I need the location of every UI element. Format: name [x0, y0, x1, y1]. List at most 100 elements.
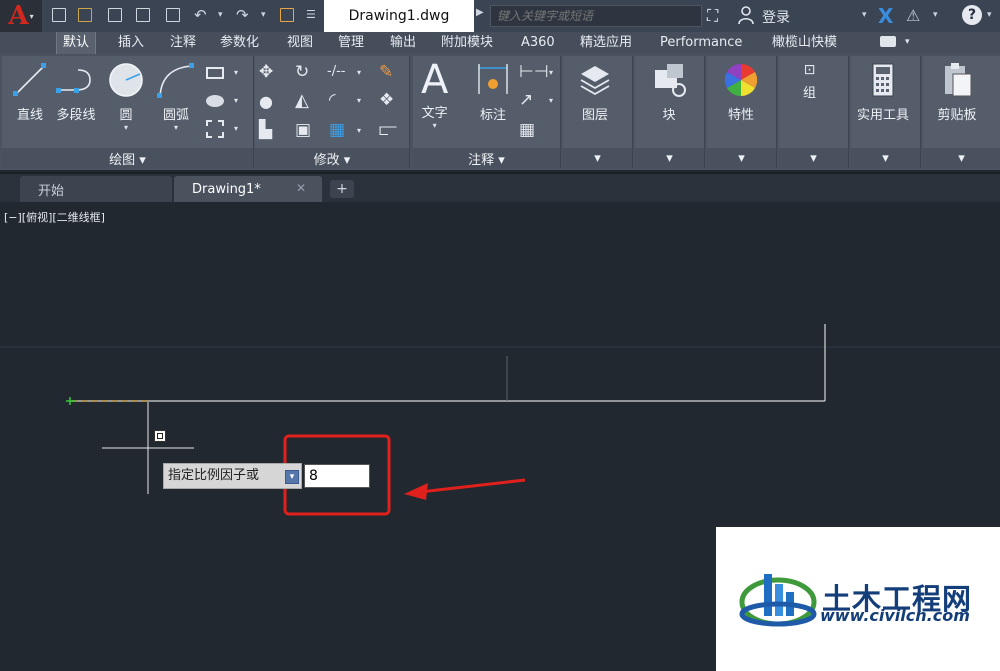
- arc-caret-icon[interactable]: ▾: [174, 123, 178, 132]
- stretch-icon[interactable]: ▙: [259, 120, 272, 140]
- viewport-controls-label[interactable]: [−][俯视][二维线框]: [4, 209, 105, 225]
- trim-icon[interactable]: -/--: [327, 64, 345, 79]
- annotation-panel-title[interactable]: 注释 ▾: [413, 148, 560, 168]
- copy-icon[interactable]: ●: [259, 92, 273, 111]
- close-tab-icon[interactable]: ✕: [296, 181, 306, 195]
- tab-addins[interactable]: 附加模块: [435, 32, 499, 54]
- boundary-caret-icon[interactable]: ▾: [234, 124, 238, 133]
- properties-button[interactable]: 特性: [721, 60, 761, 123]
- open-file-icon[interactable]: [76, 6, 94, 24]
- array-caret-icon[interactable]: ▾: [357, 126, 361, 135]
- search-expand-icon[interactable]: ▶: [476, 7, 490, 25]
- tab-view[interactable]: 视图: [281, 32, 319, 54]
- redo-icon[interactable]: ↷: [236, 6, 249, 24]
- tab-ganlanshan[interactable]: 橄榄山快模: [766, 32, 843, 54]
- undo-icon[interactable]: ↶: [194, 6, 207, 24]
- move-icon[interactable]: ✥: [259, 62, 273, 82]
- new-tab-button[interactable]: +: [330, 180, 354, 198]
- erase-icon[interactable]: ✎: [379, 62, 393, 82]
- ribbon-minimize-caret-icon[interactable]: ▾: [905, 37, 910, 47]
- exchange-apps-icon[interactable]: X: [878, 4, 893, 28]
- tab-manage[interactable]: 管理: [332, 32, 370, 54]
- redo-caret-icon[interactable]: ▾: [261, 10, 266, 20]
- polyline-icon: [56, 69, 91, 93]
- group-button[interactable]: ⊡ 组: [803, 62, 816, 101]
- rectangle-caret-icon[interactable]: ▾: [234, 68, 238, 77]
- hatch-icon[interactable]: [206, 92, 224, 107]
- dimension-button[interactable]: 标注: [473, 60, 513, 123]
- block-panel-caret-icon[interactable]: ▾: [635, 148, 704, 168]
- tab-featured-apps[interactable]: 精选应用: [574, 32, 638, 54]
- rectangle-icon[interactable]: [206, 64, 224, 79]
- layers-panel: 图层 ▾: [563, 56, 633, 168]
- help-icon[interactable]: ?: [962, 5, 982, 25]
- modify-panel-title[interactable]: 修改 ▾: [255, 148, 409, 168]
- array-icon[interactable]: ▦: [329, 120, 345, 140]
- utilities-button[interactable]: 实用工具: [857, 60, 909, 123]
- undo-caret-icon[interactable]: ▾: [218, 10, 223, 20]
- clipboard-panel-caret-icon[interactable]: ▾: [923, 148, 1000, 168]
- explode-icon[interactable]: ❖: [379, 90, 394, 110]
- leader-icon[interactable]: ↗: [519, 90, 533, 110]
- block-button[interactable]: 块: [649, 60, 689, 123]
- new-file-icon[interactable]: [50, 6, 68, 24]
- qat-customize-icon[interactable]: ☰: [306, 8, 316, 21]
- utilities-label: 实用工具: [857, 108, 910, 123]
- help-caret-icon[interactable]: ▾: [987, 10, 992, 20]
- fillet-caret-icon[interactable]: ▾: [357, 96, 361, 105]
- hatch-caret-icon[interactable]: ▾: [234, 96, 238, 105]
- application-menu-button[interactable]: A ▾: [0, 0, 42, 32]
- linear-dim-caret-icon[interactable]: ▾: [549, 68, 553, 77]
- ribbon-minimize-icon[interactable]: [880, 36, 896, 47]
- group-panel-caret-icon[interactable]: ▾: [779, 148, 848, 168]
- utilities-panel-caret-icon[interactable]: ▾: [851, 148, 920, 168]
- file-tab-start[interactable]: 开始: [20, 176, 172, 202]
- arc-button[interactable]: 圆弧 ▾: [154, 60, 198, 132]
- table-icon[interactable]: ▦: [519, 120, 535, 140]
- scale-icon[interactable]: ▣: [295, 120, 311, 140]
- tab-a360[interactable]: A360: [515, 32, 561, 54]
- search-input[interactable]: [490, 5, 702, 27]
- linear-dim-icon[interactable]: ⊢⊣: [519, 62, 549, 82]
- modify-panel: ✥ ↻ -/-- ▾ ✎ ● ◭ ◜ ▾ ❖ ▙ ▣ ▦ ▾ ⫍ 修改 ▾: [255, 56, 410, 168]
- user-icon[interactable]: [738, 5, 754, 25]
- circle-button[interactable]: 圆 ▾: [106, 60, 146, 132]
- rotate-icon[interactable]: ↻: [295, 62, 309, 82]
- clipboard-button[interactable]: 剪贴板: [937, 60, 977, 123]
- mirror-icon[interactable]: ◭: [295, 90, 309, 111]
- polyline-button[interactable]: 多段线: [54, 60, 98, 123]
- workspace-icon[interactable]: [278, 6, 296, 24]
- tab-insert[interactable]: 插入: [112, 32, 150, 54]
- leader-caret-icon[interactable]: ▾: [549, 96, 553, 105]
- text-button[interactable]: A 文字 ▾: [421, 58, 448, 130]
- login-label[interactable]: 登录: [762, 7, 790, 27]
- dimension-icon: [478, 64, 508, 94]
- draw-panel-title[interactable]: 绘图 ▾: [2, 148, 253, 168]
- tab-annotate[interactable]: 注释: [164, 32, 202, 54]
- layers-button[interactable]: 图层: [575, 60, 615, 123]
- save-as-icon[interactable]: [134, 6, 152, 24]
- text-caret-icon[interactable]: ▾: [433, 121, 437, 130]
- a360-caret-icon[interactable]: ▾: [933, 10, 938, 20]
- tab-home[interactable]: 默认: [56, 32, 97, 54]
- save-icon[interactable]: [106, 6, 124, 24]
- offset-icon[interactable]: ⫍: [379, 120, 397, 140]
- scale-factor-input[interactable]: [304, 464, 370, 488]
- arc-icon: [157, 63, 194, 98]
- options-dropdown-icon[interactable]: ▾: [285, 470, 299, 484]
- tab-performance[interactable]: Performance: [654, 32, 748, 54]
- plot-icon[interactable]: [164, 6, 182, 24]
- line-button[interactable]: 直线: [10, 60, 50, 123]
- tab-output[interactable]: 输出: [384, 32, 422, 54]
- trim-caret-icon[interactable]: ▾: [357, 68, 361, 77]
- a360-icon[interactable]: ⚠: [906, 6, 920, 25]
- login-caret-icon[interactable]: ▾: [862, 10, 867, 20]
- circle-caret-icon[interactable]: ▾: [124, 123, 128, 132]
- fillet-icon[interactable]: ◜: [329, 90, 336, 110]
- properties-panel-caret-icon[interactable]: ▾: [707, 148, 776, 168]
- layers-panel-caret-icon[interactable]: ▾: [563, 148, 632, 168]
- app-menu-caret-icon: ▾: [29, 11, 34, 21]
- binoculars-icon[interactable]: ⛶: [707, 6, 718, 26]
- tab-parametric[interactable]: 参数化: [214, 32, 265, 54]
- boundary-icon[interactable]: [206, 120, 224, 138]
